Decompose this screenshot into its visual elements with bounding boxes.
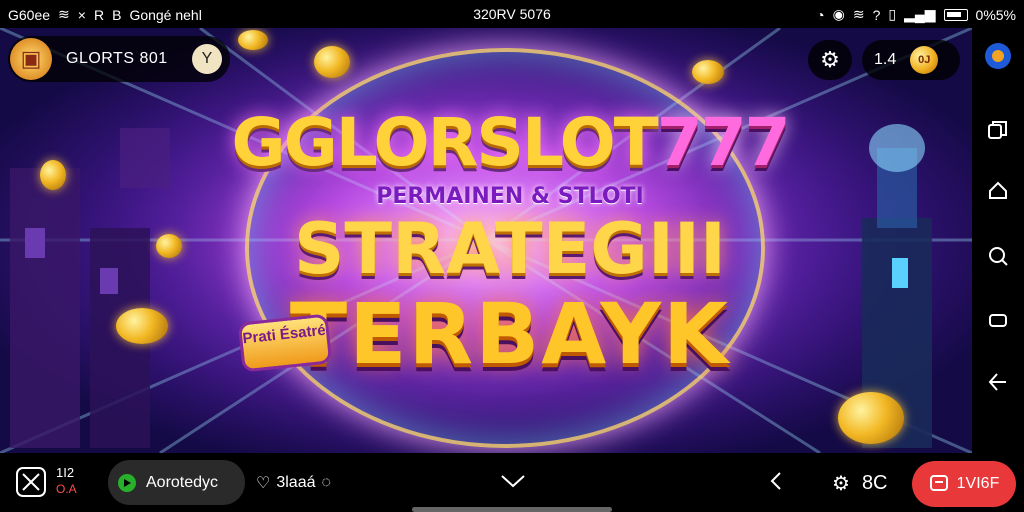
home-icon[interactable] [984,176,1012,204]
feedback-label: 3laaá [276,474,316,491]
search-icon[interactable] [984,242,1012,270]
profile-name: GLORTS 801 [66,50,168,67]
status-right: ◔ ◉ ≋ ? ▯ ▂▄▆ 0%5% [816,6,1016,23]
play-icon [118,473,136,492]
balance-pill[interactable]: 1.4 0J [862,40,960,80]
home-indicator[interactable] [412,507,612,512]
gear-icon: ⚙ [832,473,850,495]
bottom-bar: 1I2 O.A Aorotedyc ♡ 3laaá ◌ ⚙ 8C 1VI6F [0,453,1024,512]
ruins-left-decoration [10,128,170,448]
coin-icon [40,160,66,190]
banner-strategy: STRATEGIII [294,208,726,290]
close-window-icon[interactable] [14,465,48,499]
coin-balance-icon: 0J [910,46,939,74]
tab-icon[interactable] [984,306,1012,334]
chevron-down-icon[interactable] [498,469,528,493]
feedback-link[interactable]: ♡ 3laaá ◌ [256,473,331,493]
coin-icon [838,392,904,444]
logo-main: GGLORSLOT [231,104,658,181]
chat-icon [929,475,948,491]
avatar[interactable]: ▣ [10,38,52,80]
coin-icon [314,46,350,78]
play-pill-button[interactable]: Aorotedyc [108,460,245,505]
gear-icon: ⚙ [820,47,840,72]
coin-icon [116,308,168,344]
coin-icon [156,234,182,258]
back-arrow-icon[interactable] [766,469,786,493]
copy-icon[interactable] [984,116,1012,144]
status-bar: G60ee ≋ × R B Gongé nehl 320RV 5076 ◔ ◉ … [0,0,1024,28]
battery-icon [943,8,968,21]
help-icon: ? [872,6,881,23]
wifi-icon: ≋ [852,6,865,22]
count-top: 1I2 [56,465,75,480]
settings-label: 8C [861,472,888,494]
banner-subtitle: PERMAINEN & STLOTI [376,184,644,209]
notification-count: 1I2 O.A [56,465,77,497]
settings-button[interactable]: ⚙ [808,40,852,80]
count-bottom: O.A [56,482,77,496]
battery-text: 0%5% [975,6,1016,23]
eye-icon: ◉ [832,6,845,22]
heart-icon: ♡ [256,475,271,492]
balance-value: 1.4 [874,51,897,68]
action-button[interactable]: 1VI6F [912,461,1016,507]
screen: G60ee ≋ × R B Gongé nehl 320RV 5076 ◔ ◉ … [0,0,1024,512]
app-logo-icon[interactable] [984,42,1012,70]
action-button-label: 1VI6F [956,475,1000,492]
side-nav [972,28,1024,453]
alarm-icon: ◔ [816,6,825,23]
logo-text: GGLORSLOT777 [220,108,800,178]
vibrate-icon: ▯ [888,6,897,22]
profile-pill[interactable]: ▣ GLORTS 801 Y [8,36,230,82]
logo-number: 777 [656,104,791,181]
back-icon[interactable] [984,368,1012,396]
game-banner[interactable]: ▣ GLORTS 801 Y ⚙ 1.4 0J GGLORSLOT777 PER… [0,28,972,453]
banner-badge: Prati Ésatré [237,313,333,373]
coin-icon [692,60,724,84]
pill-label: Aorotedyc [146,473,219,491]
settings-toggle[interactable]: ⚙ 8C [832,471,888,496]
coin-icon [238,30,268,50]
signal-icon: ▂▄▆ [904,6,936,22]
chevron-down-icon[interactable]: Y [192,44,222,74]
refresh-icon: ◌ [321,474,332,491]
